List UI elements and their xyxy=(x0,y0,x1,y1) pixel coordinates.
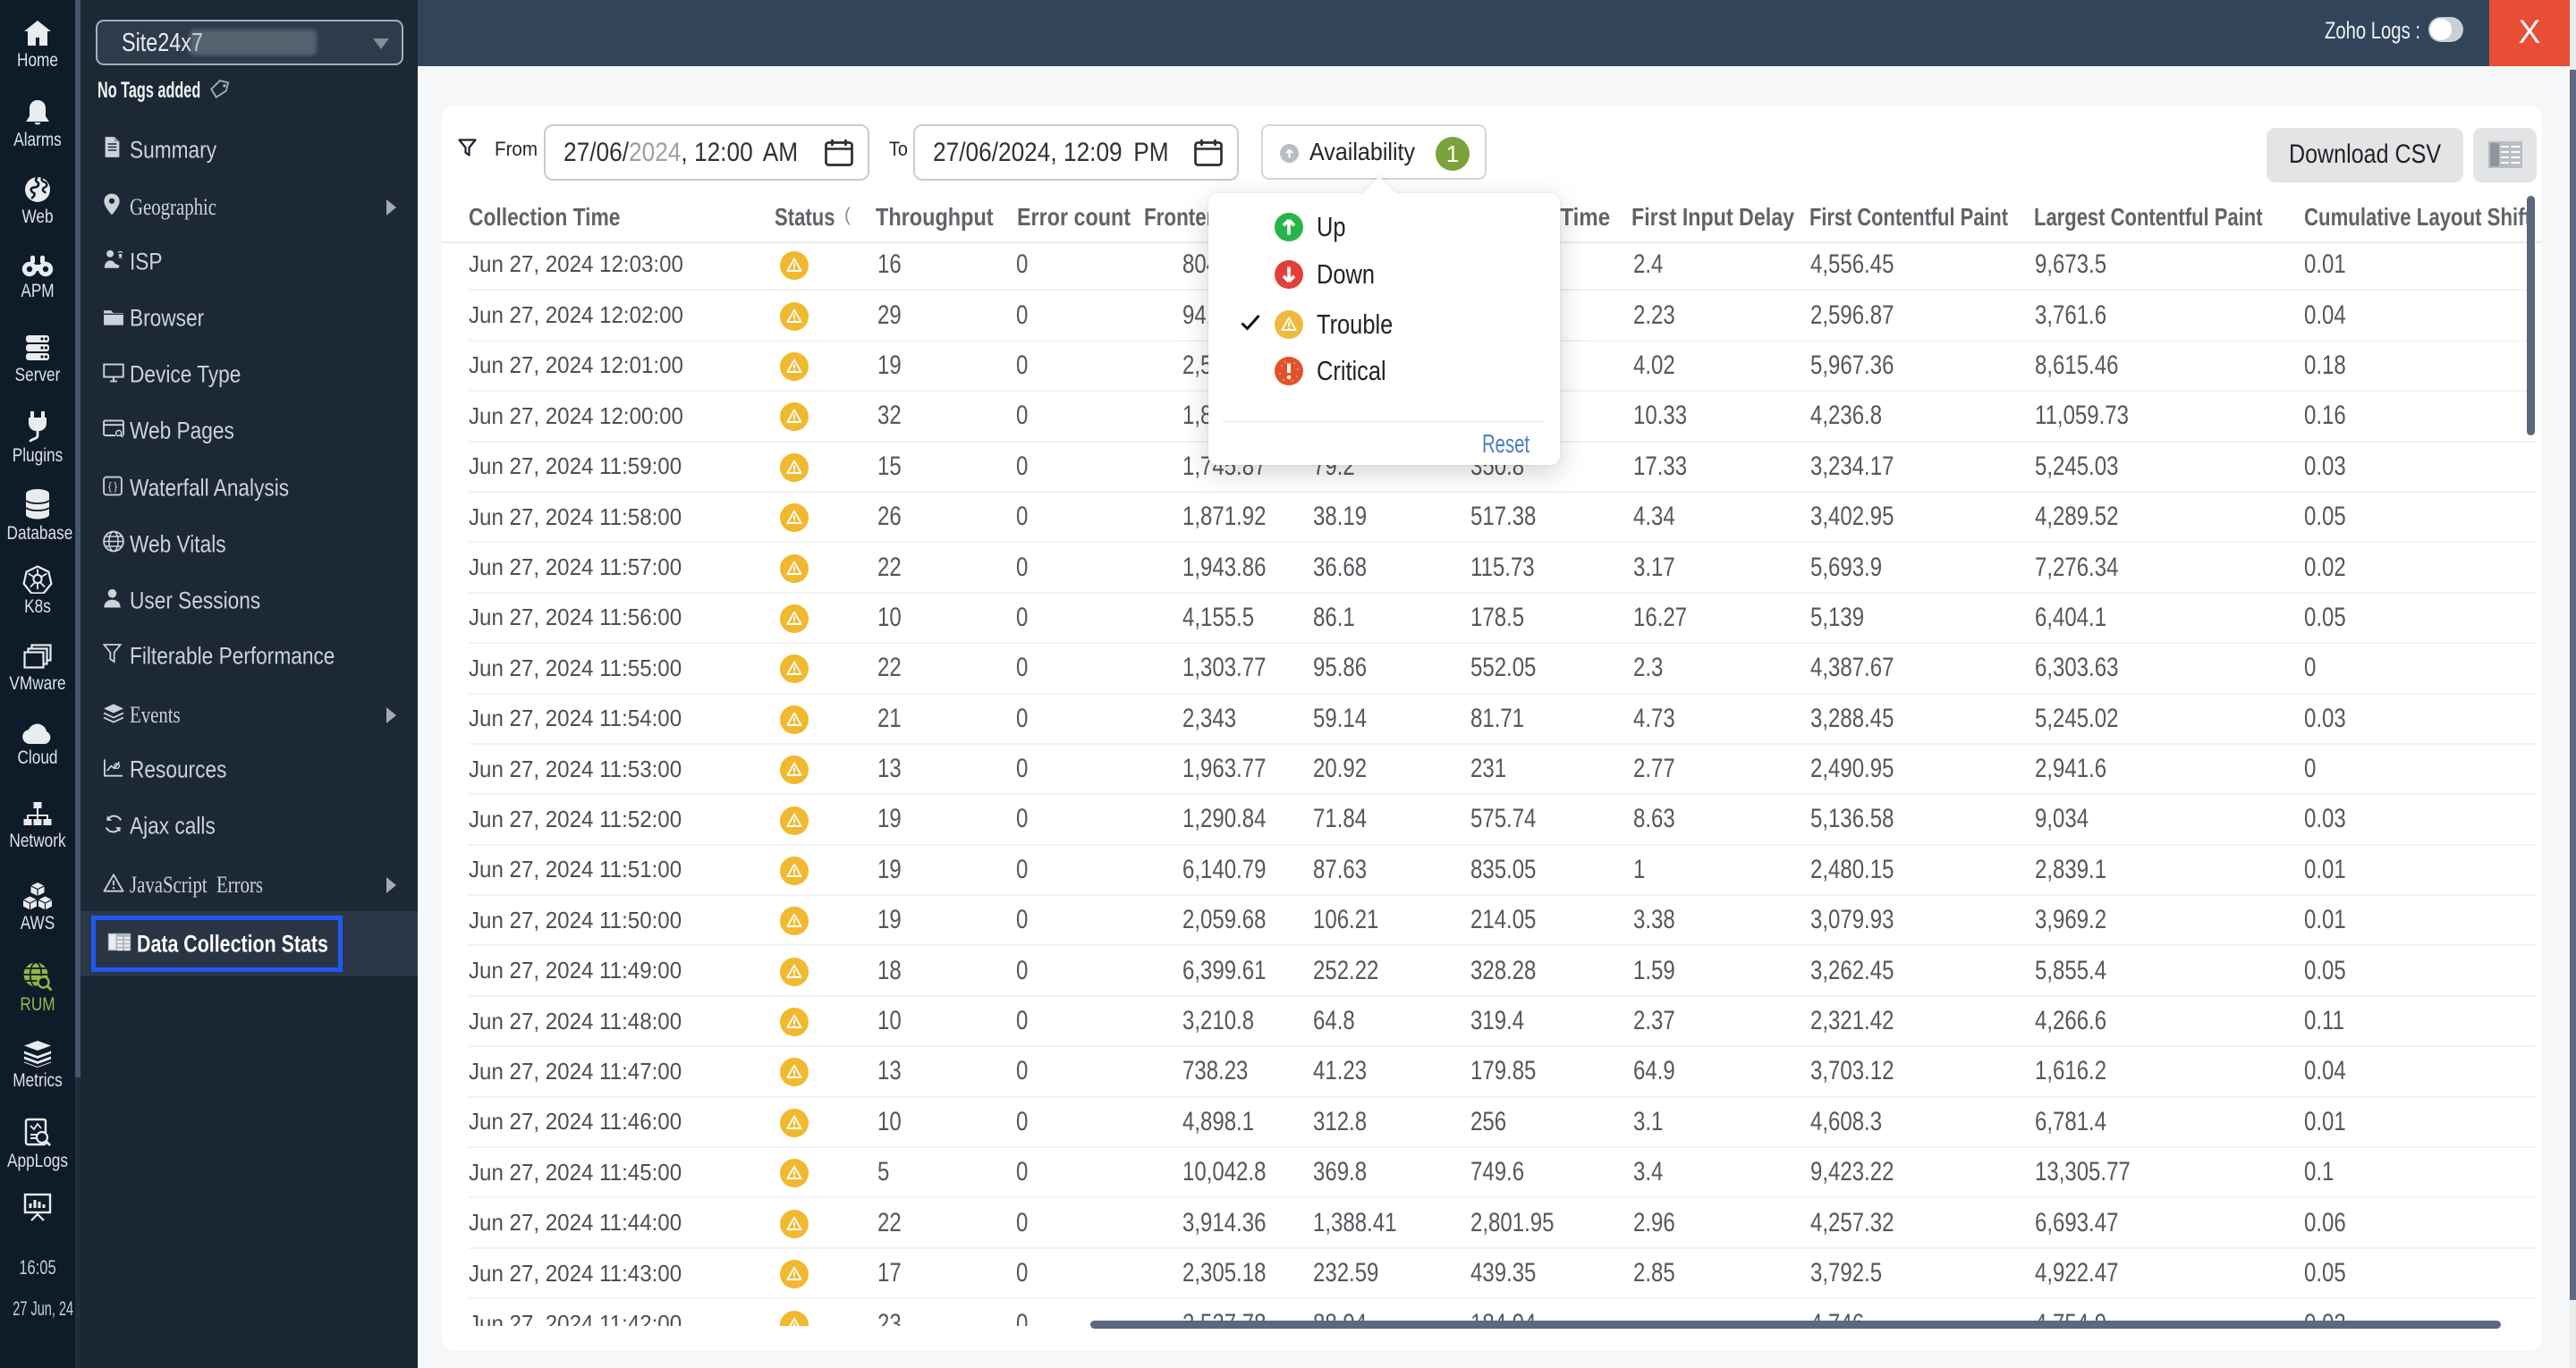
svg-text:{ }: { } xyxy=(108,480,117,493)
